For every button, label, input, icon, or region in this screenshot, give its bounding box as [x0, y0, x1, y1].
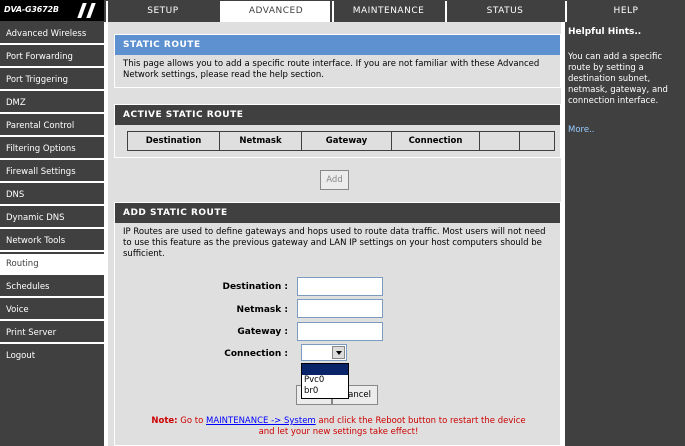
static-route-title: STATIC ROUTE: [115, 35, 560, 55]
connection-dropdown-list: Pvc0 br0: [301, 363, 349, 399]
column-header-edit: [480, 132, 520, 150]
logo-slashes-icon: [72, 3, 102, 18]
active-static-route-title: ACTIVE STATIC ROUTE: [115, 105, 560, 125]
reboot-note: Note: Go to MAINTENANCE -> System and cl…: [108, 416, 569, 427]
netmask-label: Netmask :: [236, 305, 288, 315]
sidebar-item-firewall-settings[interactable]: Firewall Settings: [0, 162, 104, 183]
destination-label: Destination :: [222, 282, 288, 292]
sidebar-item-dmz[interactable]: DMZ: [0, 93, 104, 114]
reboot-note-line2: and let your new settings take effect!: [258, 427, 419, 437]
sidebar-item-filtering-options[interactable]: Filtering Options: [0, 139, 104, 160]
connection-select[interactable]: [301, 344, 347, 361]
sidebar-item-logout[interactable]: Logout: [0, 346, 104, 367]
sidebar-item-network-tools[interactable]: Network Tools: [0, 231, 104, 252]
sidebar-item-dns[interactable]: DNS: [0, 185, 104, 206]
column-header-destination: Destination: [128, 132, 220, 150]
netmask-input[interactable]: [297, 299, 383, 318]
note-text-before: Go to: [177, 416, 206, 426]
tab-maintenance[interactable]: MAINTENANCE: [332, 1, 443, 22]
connection-label: Connection :: [224, 349, 288, 359]
gateway-label: Gateway :: [237, 327, 288, 337]
connection-option-br0[interactable]: br0: [302, 386, 348, 397]
connection-option-pvc0[interactable]: Pvc0: [302, 375, 348, 386]
static-route-panel: STATIC ROUTE This page allows you to add…: [114, 34, 561, 88]
add-static-route-title: ADD STATIC ROUTE: [115, 203, 560, 223]
help-title: Helpful Hints..: [568, 27, 642, 37]
maintenance-system-link[interactable]: MAINTENANCE -> System: [206, 416, 316, 426]
sidebar-item-print-server[interactable]: Print Server: [0, 323, 104, 344]
help-more-link[interactable]: More..: [568, 125, 594, 135]
sidebar-item-routing[interactable]: Routing: [0, 254, 104, 275]
active-static-route-panel: ACTIVE STATIC ROUTE Destination Netmask …: [114, 104, 561, 158]
sidebar-item-voice[interactable]: Voice: [0, 300, 104, 321]
destination-input[interactable]: [297, 277, 383, 296]
sidebar-item-port-forwarding[interactable]: Port Forwarding: [0, 47, 104, 68]
tab-help[interactable]: HELP: [565, 1, 685, 22]
add-static-route-description: IP Routes are used to define gateways an…: [123, 227, 546, 259]
tab-status[interactable]: STATUS: [445, 1, 563, 22]
chevron-down-icon[interactable]: [332, 346, 345, 359]
sidebar-item-port-triggering[interactable]: Port Triggering: [0, 70, 104, 91]
top-nav-bar: DVA-G3672B SETUP ADVANCED MAINTENANCE ST…: [0, 0, 685, 23]
sidebar-item-parental-control[interactable]: Parental Control: [0, 116, 104, 137]
gateway-input[interactable]: [297, 322, 383, 341]
add-route-button[interactable]: Add: [320, 170, 349, 190]
sidebar-item-schedules[interactable]: Schedules: [0, 277, 104, 298]
column-header-netmask: Netmask: [220, 132, 302, 150]
help-text: You can add a specific route by setting …: [568, 52, 668, 106]
column-header-delete: [520, 132, 556, 150]
brand-logo: DVA-G3672B: [0, 0, 104, 21]
connection-option-blank[interactable]: [302, 364, 348, 375]
active-route-table-header: Destination Netmask Gateway Connection: [127, 131, 555, 151]
column-header-connection: Connection: [392, 132, 480, 150]
main-content: STATIC ROUTE This page allows you to add…: [104, 22, 565, 446]
model-name: DVA-G3672B: [4, 5, 59, 14]
sidebar-item-dynamic-dns[interactable]: Dynamic DNS: [0, 208, 104, 229]
sidebar: Advanced Wireless Port Forwarding Port T…: [0, 22, 104, 446]
note-text-after: and click the Reboot button to restart t…: [315, 416, 526, 426]
note-prefix: Note:: [151, 416, 178, 426]
static-route-description: This page allows you to add a specific r…: [123, 59, 540, 80]
sidebar-item-advanced-wireless[interactable]: Advanced Wireless: [0, 24, 104, 45]
column-header-gateway: Gateway: [302, 132, 392, 150]
tab-setup[interactable]: SETUP: [106, 1, 218, 22]
help-panel: Helpful Hints.. You can add a specific r…: [565, 22, 685, 446]
tab-advanced[interactable]: ADVANCED: [220, 1, 330, 23]
